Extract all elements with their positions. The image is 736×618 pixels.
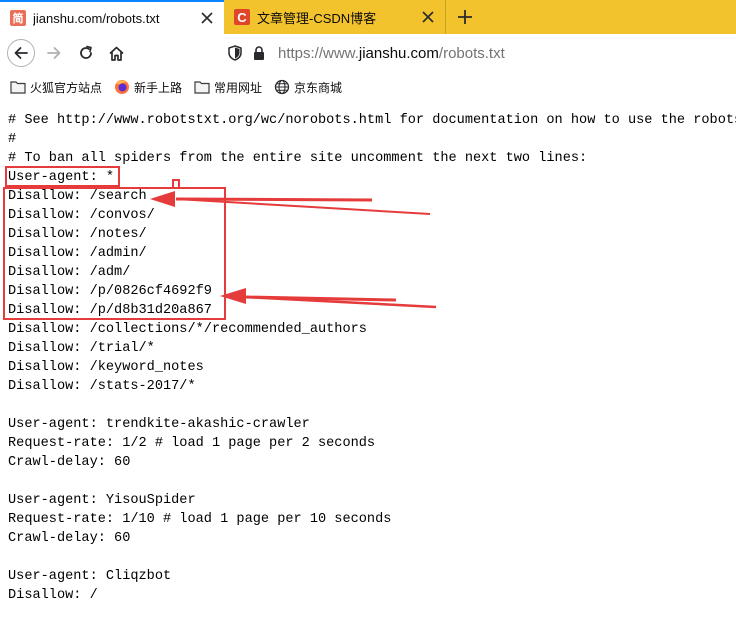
robots-line: Crawl-delay: 60: [8, 455, 131, 470]
folder-icon: [194, 79, 210, 95]
url-bar[interactable]: https://www.jianshu.com/robots.txt: [226, 37, 736, 69]
jianshu-favicon-icon: 简: [10, 10, 26, 26]
shield-icon[interactable]: [226, 44, 244, 62]
bookmark-firefox-official[interactable]: 火狐官方站点: [10, 79, 102, 96]
url-domain: jianshu.com: [358, 44, 439, 62]
bookmarks-bar: 火狐官方站点 新手上路 常用网址 京东商城: [0, 72, 736, 102]
robots-line: Disallow: /trial/*: [8, 341, 155, 356]
robots-line: [8, 472, 736, 491]
bookmark-label: 常用网址: [214, 80, 263, 95]
robots-line: Request-rate: 1/10 # load 1 page per 10 …: [8, 512, 392, 527]
robots-line: Disallow: /stats-2017/*: [8, 379, 196, 394]
url-text: https://www.jianshu.com/robots.txt: [278, 45, 505, 62]
tab-title: 文章管理-CSDN博客: [257, 10, 377, 26]
arrow-right-icon: [47, 47, 61, 59]
url-path: /robots.txt: [438, 44, 505, 62]
home-button[interactable]: [102, 39, 130, 67]
plus-icon: [458, 10, 472, 24]
tab-csdn[interactable]: C 文章管理-CSDN博客: [224, 0, 446, 34]
navigation-bar: https://www.jianshu.com/robots.txt: [0, 34, 736, 72]
bookmark-getting-started[interactable]: 新手上路: [114, 79, 182, 96]
home-icon: [108, 46, 124, 61]
url-prefix: https://www.: [278, 44, 359, 62]
robots-line: Disallow: /: [8, 588, 98, 603]
tab-jianshu-robots[interactable]: 简 jianshu.com/robots.txt: [0, 0, 224, 34]
highlight-box-user-agent: [5, 166, 120, 187]
robots-line: [8, 548, 736, 567]
forward-button[interactable]: [40, 39, 68, 67]
reload-icon: [80, 45, 92, 59]
back-button[interactable]: [7, 39, 35, 67]
robots-line: User-agent: YisouSpider: [8, 493, 196, 508]
bookmark-jd-mall[interactable]: 京东商城: [274, 79, 342, 96]
arrow-left-icon: [14, 47, 28, 59]
robots-line: User-agent: trendkite-akashic-crawler: [8, 417, 310, 432]
robots-line: Disallow: /collections/*/recommended_aut…: [8, 322, 367, 337]
reload-button[interactable]: [72, 39, 100, 67]
tab-strip: 简 jianshu.com/robots.txt C 文章管理-CSDN博客: [0, 0, 736, 34]
robots-line: [8, 396, 736, 415]
tab-title: jianshu.com/robots.txt: [33, 10, 160, 26]
firefox-icon: [114, 79, 130, 95]
robots-line: # See http://www.robotstxt.org/wc/norobo…: [8, 113, 736, 128]
globe-icon: [274, 79, 290, 95]
bookmark-label: 新手上路: [134, 80, 183, 95]
browser-window: 简 jianshu.com/robots.txt C 文章管理-CSDN博客 h…: [0, 0, 736, 618]
robots-line: Request-rate: 1/2 # load 1 page per 2 se…: [8, 436, 376, 451]
robots-line: Disallow: /keyword_notes: [8, 360, 204, 375]
highlight-box-disallow-rules: [3, 187, 226, 320]
new-tab-button[interactable]: [452, 4, 478, 30]
folder-icon: [10, 79, 26, 95]
close-icon[interactable]: [198, 9, 216, 27]
close-icon[interactable]: [419, 8, 437, 26]
robots-line: #: [8, 132, 17, 147]
robots-line: Crawl-delay: 60: [8, 531, 131, 546]
robots-line: User-agent: Cliqzbot: [8, 569, 172, 584]
bookmark-common-sites[interactable]: 常用网址: [194, 79, 262, 96]
bookmark-label: 京东商城: [294, 80, 343, 95]
lock-icon[interactable]: [250, 44, 268, 62]
csdn-favicon-icon: C: [234, 9, 250, 25]
bookmark-label: 火狐官方站点: [30, 80, 103, 95]
